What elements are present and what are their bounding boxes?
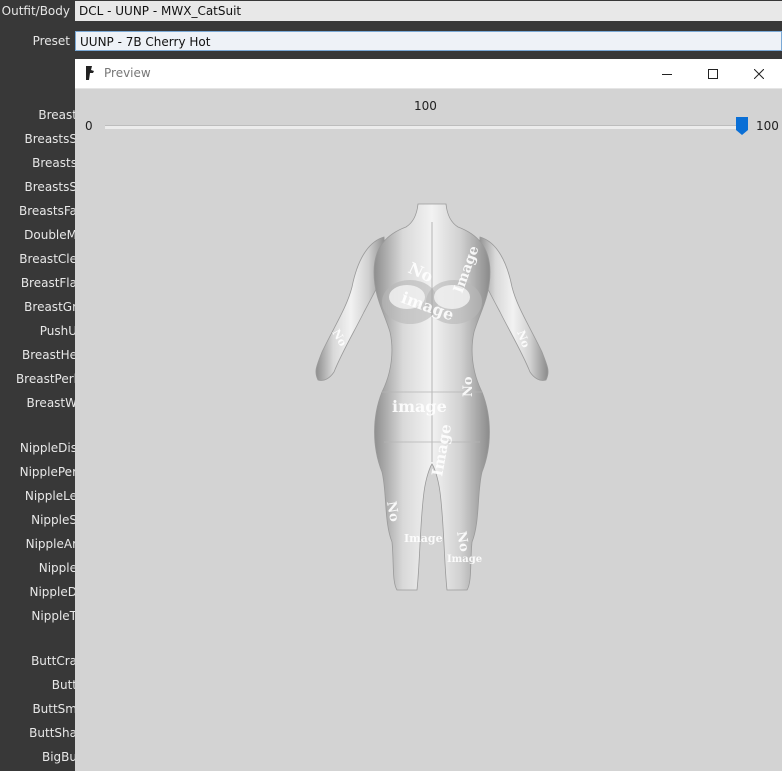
outfit-body-label: Outfit/Body: [1, 4, 70, 18]
slider-label: NippleLe: [24, 489, 77, 503]
preset-field[interactable]: UUNP - 7B Cherry Hot: [75, 31, 782, 51]
slider-label: NippleAr: [25, 537, 77, 551]
slider-label: BigBu: [41, 750, 77, 764]
slider-label: BreastW: [26, 396, 77, 410]
outfit-body-field[interactable]: DCL - UUNP - MWX_CatSuit: [75, 1, 782, 21]
slider-min-label: 0: [85, 119, 93, 133]
slider-label: Nipple: [38, 561, 77, 575]
preview-window: Preview 100 0 100 No image No Image No i…: [75, 59, 782, 771]
slider-label: BreastsS: [24, 180, 77, 194]
app-icon: [83, 65, 97, 85]
slider-max-label: 100: [756, 119, 779, 133]
preview-title: Preview: [104, 66, 151, 80]
slider-label: NippleS: [31, 513, 77, 527]
slider-label: BreastFla: [20, 276, 77, 290]
body-mesh-preview[interactable]: No image No Image No image No Image No I…: [312, 202, 552, 596]
slider-label: Breasts: [32, 156, 77, 170]
slider-label: BreastCle: [19, 252, 77, 266]
slider-label: DoubleM: [24, 228, 77, 242]
slider-label: BreastPerl: [15, 372, 77, 386]
close-icon: [753, 64, 765, 83]
preset-label: Preset: [32, 34, 70, 48]
texture-word: Image: [447, 554, 482, 565]
slider-label: PushU: [39, 324, 77, 338]
slider-label: Butt: [51, 678, 77, 692]
slider-label: NippleDis: [19, 441, 77, 455]
texture-word: Image: [404, 532, 443, 545]
minimize-icon: [662, 64, 672, 83]
minimize-button[interactable]: [644, 59, 690, 88]
slider-label: NippleT: [31, 609, 77, 623]
preview-slider-area: 100 0 100: [75, 89, 782, 139]
slider-label: BreastGr: [24, 300, 77, 314]
close-button[interactable]: [736, 59, 782, 88]
slider-label: NippleD: [29, 585, 77, 599]
slider-thumb[interactable]: [736, 117, 748, 135]
slider-current-value: 100: [414, 99, 437, 113]
texture-word: No: [461, 376, 476, 397]
maximize-button[interactable]: [690, 59, 736, 88]
texture-word: No: [383, 500, 401, 523]
preview-titlebar[interactable]: Preview: [75, 59, 782, 89]
slider-label: Breast: [38, 108, 77, 122]
slider-label: ButtSm: [32, 702, 77, 716]
slider-label: BreastsFa: [18, 204, 77, 218]
slider-label: BreastsS: [24, 132, 77, 146]
slider-label: BreastHe: [21, 348, 77, 362]
slider-label: NipplePer: [19, 465, 77, 479]
slider-track[interactable]: [105, 125, 742, 129]
slider-label: ButtSha: [29, 726, 77, 740]
maximize-icon: [708, 64, 718, 83]
slider-label: ButtCra: [31, 654, 77, 668]
texture-word: image: [392, 397, 447, 416]
